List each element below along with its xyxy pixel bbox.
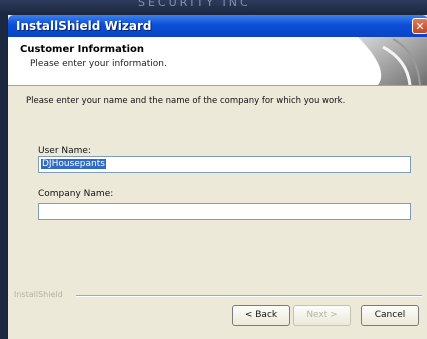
- company-name-label: Company Name:: [38, 189, 114, 199]
- back-button[interactable]: < Back: [232, 305, 290, 326]
- cancel-button[interactable]: Cancel: [361, 305, 419, 326]
- footer-divider: [76, 295, 422, 297]
- company-name-field[interactable]: [38, 203, 411, 220]
- window-title: InstallShield Wizard: [16, 19, 152, 33]
- desktop-background: SECURITY INC: [0, 0, 427, 12]
- user-name-value: DJHousepants: [41, 159, 106, 169]
- page-subtitle: Please enter your information.: [30, 59, 167, 69]
- user-name-label: User Name:: [38, 146, 91, 156]
- installshield-brand: InstallShield: [14, 290, 63, 299]
- close-icon: ✕: [415, 20, 425, 33]
- page-title: Customer Information: [20, 44, 145, 55]
- title-bar[interactable]: InstallShield Wizard ✕: [8, 15, 427, 37]
- header-panel: Customer Information Please enter your i…: [8, 37, 427, 86]
- installshield-dialog: InstallShield Wizard ✕ Customer Informat…: [7, 15, 427, 339]
- close-button[interactable]: ✕: [412, 18, 427, 34]
- user-name-field[interactable]: DJHousepants: [38, 156, 411, 173]
- next-button[interactable]: Next >: [293, 305, 351, 326]
- instructions-text: Please enter your name and the name of t…: [26, 96, 346, 106]
- background-text: SECURITY INC: [138, 0, 251, 9]
- computer-graphic-icon: [358, 37, 427, 85]
